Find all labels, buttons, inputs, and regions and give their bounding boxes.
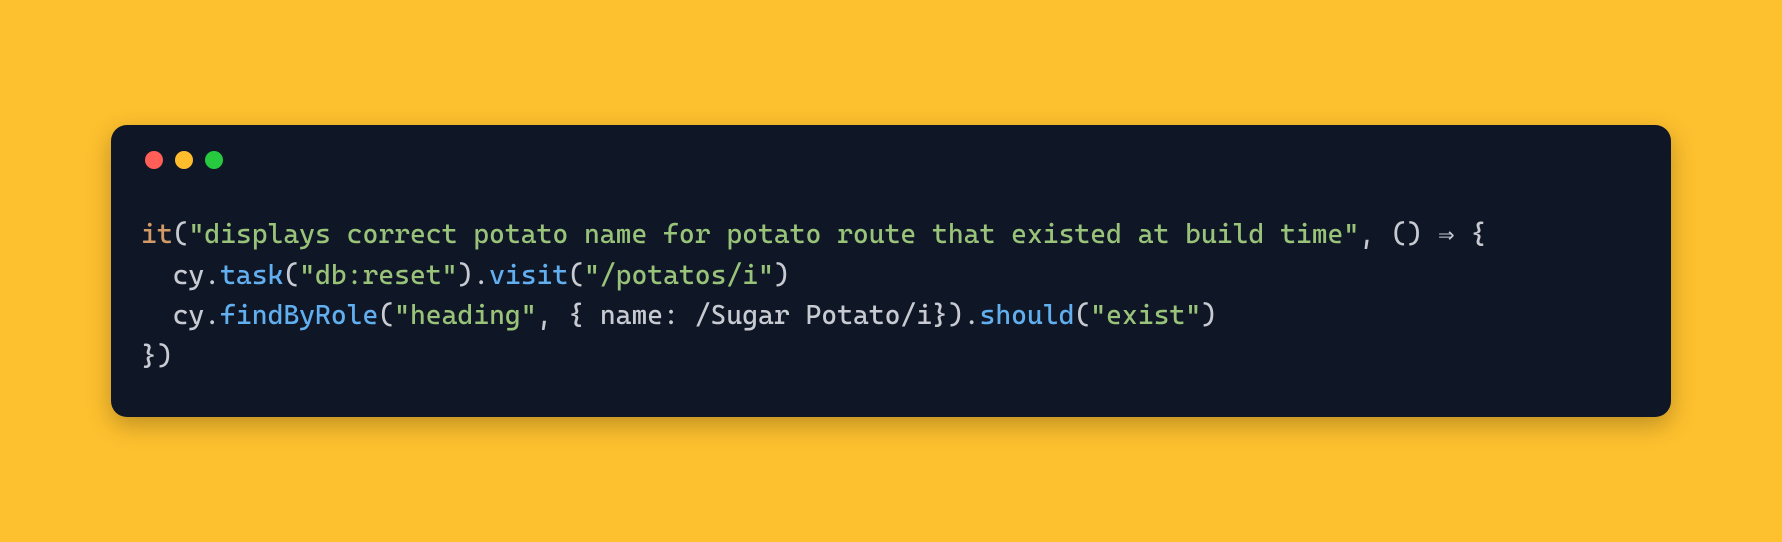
token-punc: . bbox=[204, 300, 220, 331]
token-punc: { bbox=[568, 300, 600, 331]
token-string: "exist" bbox=[1090, 300, 1201, 331]
token-punc: ( bbox=[173, 219, 189, 250]
token-punc: ( bbox=[1074, 300, 1090, 331]
token-punc: : bbox=[663, 300, 695, 331]
minimize-icon[interactable] bbox=[175, 151, 193, 169]
token-punc: ) bbox=[1407, 219, 1423, 250]
token-punc: ) bbox=[1201, 300, 1217, 331]
window-titlebar bbox=[141, 151, 1641, 169]
token-method: task bbox=[220, 260, 283, 291]
token-function: it bbox=[141, 219, 173, 250]
token-punc: . bbox=[204, 260, 220, 291]
token-method: visit bbox=[489, 260, 568, 291]
token-punc: ) bbox=[774, 260, 790, 291]
token-string: "heading" bbox=[394, 300, 536, 331]
token-punc: ) bbox=[948, 300, 964, 331]
token-punc: ( bbox=[568, 260, 584, 291]
token-punc: }) bbox=[141, 341, 173, 372]
token-regex: /Sugar Potato/i bbox=[695, 300, 932, 331]
token-prop: name bbox=[600, 300, 663, 331]
token-string: "displays correct potato name for potato… bbox=[188, 219, 1359, 250]
token-punc: . bbox=[964, 300, 980, 331]
indent bbox=[141, 260, 173, 291]
token-punc: ) bbox=[457, 260, 473, 291]
token-string: "db:reset" bbox=[299, 260, 457, 291]
token-punc: ( bbox=[283, 260, 299, 291]
token-punc: , bbox=[1359, 219, 1391, 250]
token-ident: cy bbox=[173, 300, 205, 331]
code-window: it("displays correct potato name for pot… bbox=[111, 125, 1671, 417]
token-punc: } bbox=[932, 300, 948, 331]
indent bbox=[141, 300, 173, 331]
token-method: findByRole bbox=[220, 300, 378, 331]
token-punc: , bbox=[537, 300, 569, 331]
token-punc: . bbox=[473, 260, 489, 291]
token-arrow: ⇒ bbox=[1422, 219, 1470, 250]
token-string: "/potatos/i" bbox=[584, 260, 774, 291]
zoom-icon[interactable] bbox=[205, 151, 223, 169]
close-icon[interactable] bbox=[145, 151, 163, 169]
token-punc: { bbox=[1470, 219, 1486, 250]
token-ident: cy bbox=[173, 260, 205, 291]
token-punc: ( bbox=[1391, 219, 1407, 250]
token-method: should bbox=[980, 300, 1075, 331]
code-block: it("displays correct potato name for pot… bbox=[141, 215, 1641, 377]
token-punc: ( bbox=[378, 300, 394, 331]
